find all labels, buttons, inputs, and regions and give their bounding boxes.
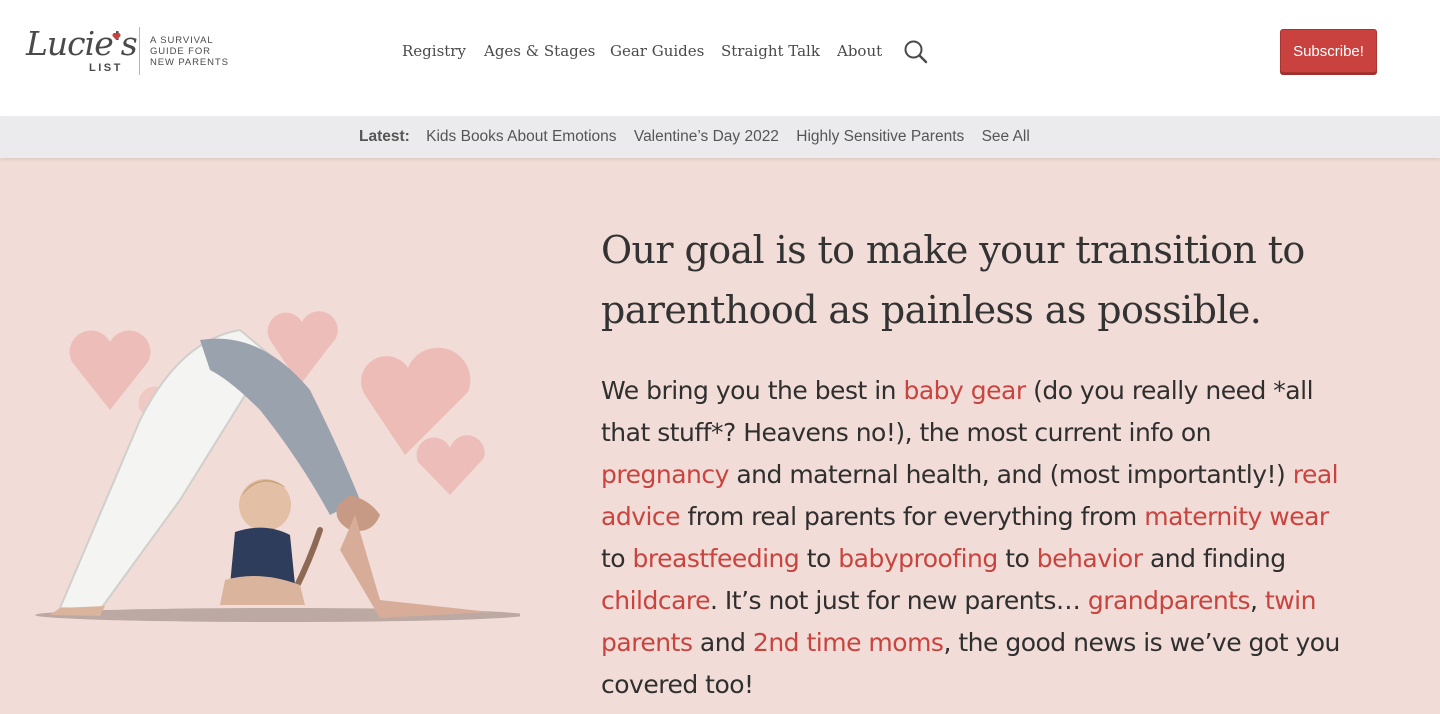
- link-babyproofing[interactable]: babyproofing: [838, 544, 998, 573]
- body-text: . It’s not just for new parents…: [710, 586, 1088, 615]
- nav-item-ages-stages[interactable]: Ages & Stages: [484, 39, 595, 63]
- nav-item-gear-guides[interactable]: Gear Guides: [610, 39, 704, 63]
- body-text: to: [997, 544, 1037, 573]
- body-text: to: [799, 544, 839, 573]
- body-text: and: [692, 628, 753, 657]
- search-icon: [904, 40, 928, 64]
- latest-label: Latest:: [359, 128, 410, 145]
- link-grandparents[interactable]: grandparents: [1088, 586, 1251, 615]
- latest-link[interactable]: Valentine’s Day 2022: [634, 128, 779, 145]
- site-logo[interactable]: Lucie's LIST A SURVIVAL GUIDE FOR NEW PA…: [24, 24, 234, 80]
- link-childcare[interactable]: childcare: [601, 586, 711, 615]
- hero-body: We bring you the best in baby gear (do y…: [601, 370, 1341, 706]
- link-pregnancy[interactable]: pregnancy: [601, 460, 729, 489]
- body-text: and maternal health, and (most important…: [728, 460, 1293, 489]
- latest-links: Latest: Kids Books About Emotions Valent…: [359, 116, 1043, 158]
- body-text: from real parents for everything from: [680, 502, 1145, 531]
- link-baby-gear[interactable]: baby gear: [903, 376, 1026, 405]
- body-text: to: [601, 544, 633, 573]
- logo-tagline-line: NEW PARENTS: [150, 57, 229, 68]
- body-text: and finding: [1142, 544, 1286, 573]
- latest-see-all-link[interactable]: See All: [982, 128, 1030, 145]
- logo-tagline-line: GUIDE FOR: [150, 46, 211, 57]
- link-2nd-time-moms[interactable]: 2nd time moms: [753, 628, 944, 657]
- latest-link[interactable]: Kids Books About Emotions: [426, 128, 616, 145]
- logo-tagline-line: A SURVIVAL: [150, 35, 214, 46]
- nav-item-registry[interactable]: Registry: [402, 39, 466, 63]
- logo-script-text: Lucie's: [26, 24, 138, 63]
- link-maternity-wear[interactable]: maternity wear: [1144, 502, 1329, 531]
- site-header: Lucie's LIST A SURVIVAL GUIDE FOR NEW PA…: [0, 0, 1440, 116]
- latest-link[interactable]: Highly Sensitive Parents: [796, 128, 964, 145]
- nav-item-about[interactable]: About: [837, 39, 882, 63]
- subscribe-button[interactable]: Subscribe!: [1280, 29, 1377, 73]
- latest-bar: Latest: Kids Books About Emotions Valent…: [0, 116, 1440, 158]
- logo-tagline: A SURVIVAL GUIDE FOR NEW PARENTS: [150, 35, 229, 68]
- link-behavior[interactable]: behavior: [1037, 544, 1143, 573]
- body-text: ,: [1250, 586, 1265, 615]
- hero-headline: Our goal is to make your transition to p…: [601, 228, 1305, 332]
- logo-divider: [139, 27, 140, 75]
- hero-illustration: [35, 311, 520, 622]
- body-text: We bring you the best in: [601, 376, 904, 405]
- link-breastfeeding[interactable]: breastfeeding: [633, 544, 800, 573]
- logo-list-text: LIST: [89, 62, 123, 74]
- search-button[interactable]: [903, 39, 929, 65]
- logo-heart-icon: [112, 32, 121, 41]
- nav-item-straight-talk[interactable]: Straight Talk: [721, 39, 820, 63]
